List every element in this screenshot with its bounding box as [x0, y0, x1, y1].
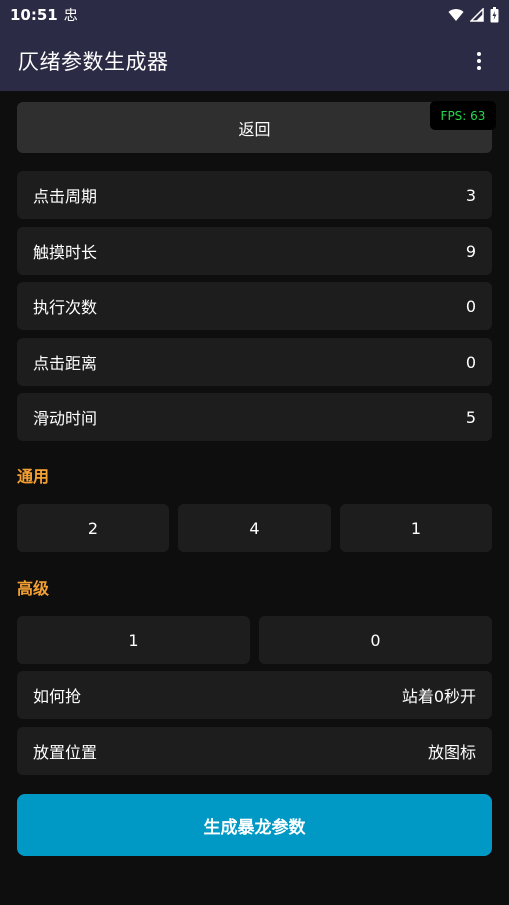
menu-dot [477, 58, 481, 63]
setting-row-click-distance[interactable]: 点击距离 0 [17, 338, 492, 386]
more-vert-icon[interactable] [467, 46, 491, 76]
wifi-icon [448, 9, 464, 21]
setting-value: 放图标 [427, 743, 476, 762]
setting-label: 触摸时长 [33, 243, 98, 262]
status-icons [448, 7, 499, 23]
general-option-2[interactable]: 4 [178, 504, 331, 552]
advanced-option-1[interactable]: 1 [17, 616, 250, 664]
setting-value: 5 [465, 407, 476, 427]
advanced-row-placement[interactable]: 放置位置 放图标 [17, 727, 492, 775]
menu-dot [477, 51, 481, 56]
general-option-1[interactable]: 2 [17, 504, 169, 552]
advanced-option-2[interactable]: 0 [259, 616, 492, 664]
setting-value: 0 [465, 352, 476, 372]
setting-row-swipe-time[interactable]: 滑动时间 5 [17, 393, 492, 441]
setting-value: 9 [465, 241, 476, 261]
setting-row-touch-duration[interactable]: 触摸时长 9 [17, 227, 492, 275]
status-time: 10:51 [10, 6, 58, 24]
fps-badge: FPS: 63 [430, 101, 496, 130]
general-option-3[interactable]: 1 [340, 504, 492, 552]
battery-icon [490, 7, 499, 23]
setting-value: 站着0秒开 [401, 687, 476, 706]
section-title-advanced: 高级 [17, 579, 50, 598]
setting-label: 点击周期 [33, 187, 98, 206]
generate-button[interactable]: 生成暴龙参数 [17, 794, 492, 856]
setting-value: 3 [465, 185, 476, 205]
app-bar: 仄绪参数生成器 [0, 30, 509, 91]
setting-row-execute-count[interactable]: 执行次数 0 [17, 282, 492, 330]
signal-icon [470, 8, 484, 22]
section-title-general: 通用 [17, 467, 50, 486]
menu-dot [477, 65, 481, 70]
app-title: 仄绪参数生成器 [18, 49, 169, 74]
setting-label: 放置位置 [33, 743, 98, 762]
setting-label: 滑动时间 [33, 409, 98, 428]
setting-label: 点击距离 [33, 354, 98, 373]
setting-label: 执行次数 [33, 298, 98, 317]
setting-value: 0 [465, 296, 476, 316]
app-notification-icon: 忠 [63, 8, 78, 24]
advanced-row-how-to-grab[interactable]: 如何抢 站着0秒开 [17, 671, 492, 719]
status-bar: 10:51 忠 [0, 0, 509, 30]
setting-label: 如何抢 [33, 687, 82, 706]
back-button[interactable]: 返回 [17, 102, 492, 153]
setting-row-click-period[interactable]: 点击周期 3 [17, 171, 492, 219]
